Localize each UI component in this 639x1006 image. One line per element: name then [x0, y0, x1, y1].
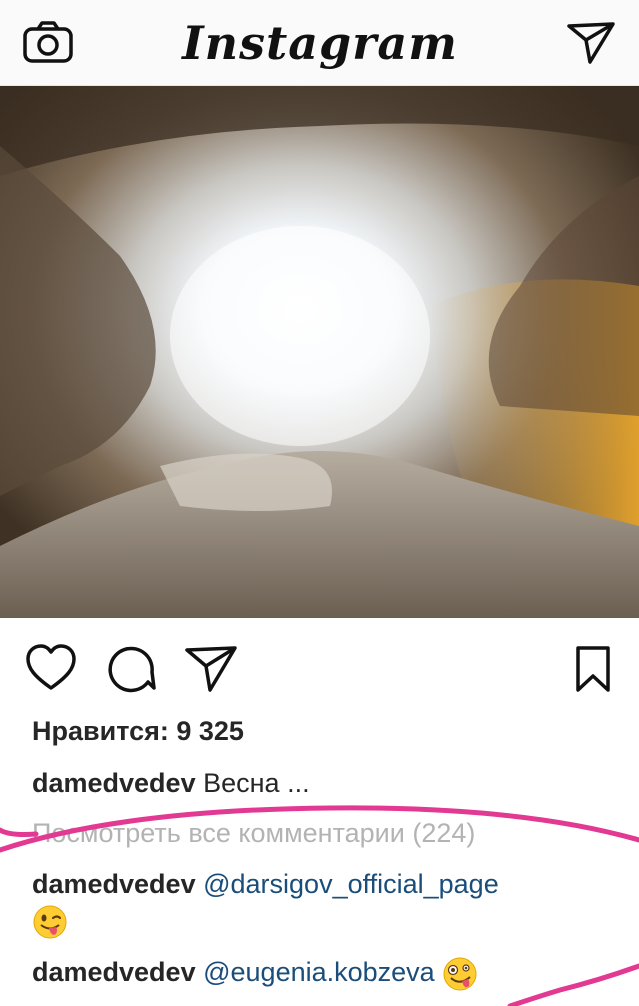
direct-message-icon[interactable]: [566, 20, 616, 66]
likes-count[interactable]: Нравится: 9 325: [32, 716, 244, 747]
zany-face-emoji: [442, 956, 478, 992]
post-caption: damedvedev Весна ...: [32, 768, 622, 799]
instagram-logo: Instagram: [182, 16, 458, 70]
winking-face-tongue-emoji: [32, 904, 68, 940]
view-all-comments-link[interactable]: Посмотреть все комментарии (224): [32, 818, 475, 849]
share-icon[interactable]: [184, 642, 238, 696]
post-photo[interactable]: [0, 86, 639, 618]
comment-item: damedvedev @eugenia.kobzeva: [32, 954, 622, 992]
caption-text: Весна ...: [203, 768, 310, 798]
bookmark-icon[interactable]: [568, 642, 618, 696]
camera-icon[interactable]: [22, 20, 74, 64]
comment-username[interactable]: damedvedev: [32, 957, 196, 987]
caption-username[interactable]: damedvedev: [32, 768, 196, 798]
comment-mention[interactable]: @eugenia.kobzeva: [203, 957, 435, 987]
comment-item: damedvedev @darsigov_official_page: [32, 866, 622, 940]
comment-username[interactable]: damedvedev: [32, 869, 196, 899]
heart-icon[interactable]: [24, 642, 78, 696]
comment-mention[interactable]: @darsigov_official_page: [203, 869, 499, 899]
post-action-bar: [0, 630, 639, 710]
top-nav-bar: Instagram: [0, 0, 639, 86]
comment-bubble-icon[interactable]: [104, 642, 158, 696]
instagram-app: Instagram Нравится: 9 325 damedvedev Вес…: [0, 0, 639, 1006]
